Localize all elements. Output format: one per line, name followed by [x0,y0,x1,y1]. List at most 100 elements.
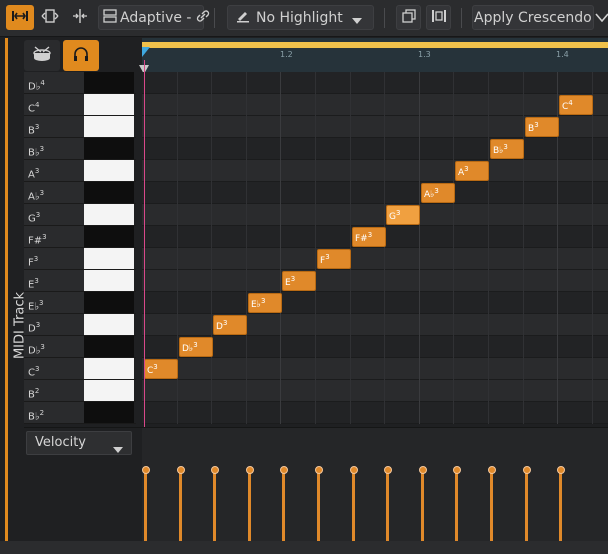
white-key[interactable] [84,94,134,115]
midi-note[interactable]: D♭3 [179,337,213,357]
white-key[interactable] [84,380,134,401]
velocity-handle[interactable] [418,466,427,474]
piano-key[interactable]: D♭4 [24,72,136,94]
velocity-stem[interactable] [248,471,251,542]
piano-key[interactable]: C4 [24,94,136,116]
velocity-handle[interactable] [141,466,150,474]
velocity-stem[interactable] [559,471,562,542]
grid-line [315,72,316,424]
velocity-stem[interactable] [490,471,493,542]
black-key[interactable] [84,72,134,93]
piano-key[interactable]: G3 [24,204,136,226]
white-key[interactable] [84,204,134,225]
split-button[interactable] [66,5,94,30]
piano-key-label: A3 [24,160,84,181]
midi-note[interactable]: G3 [386,205,420,225]
black-key[interactable] [84,138,134,159]
velocity-stem[interactable] [317,471,320,542]
velocity-stem[interactable] [179,471,182,542]
black-key[interactable] [84,402,134,423]
piano-key[interactable]: B2 [24,380,136,402]
white-key[interactable] [84,314,134,335]
piano-key-label: D♭3 [24,336,84,357]
zoom-selection-button[interactable] [36,5,64,30]
velocity-handle[interactable] [522,466,531,474]
piano-key[interactable]: B3 [24,116,136,138]
grid-line [280,72,281,424]
loop-region[interactable] [142,42,608,48]
piano-key[interactable]: C3 [24,358,136,380]
piano-key[interactable]: A3 [24,160,136,182]
velocity-stem[interactable] [421,471,424,542]
bottom-scrollbar[interactable] [0,541,608,554]
midi-note[interactable]: E3 [282,271,316,291]
velocity-handle[interactable] [383,466,392,474]
duplicate-icon [401,8,416,27]
velocity-handle[interactable] [245,466,254,474]
piano-key[interactable]: E♭3 [24,292,136,314]
loop-start-marker-icon[interactable] [142,42,150,61]
velocity-stem[interactable] [213,471,216,542]
piano-key[interactable]: F#3 [24,226,136,248]
velocity-handle[interactable] [452,466,461,474]
velocity-stem[interactable] [144,471,147,542]
midi-note[interactable]: D3 [213,315,247,335]
piano-key[interactable]: D3 [24,314,136,336]
velocity-stem[interactable] [455,471,458,542]
velocity-handle[interactable] [556,466,565,474]
timeline-ruler[interactable]: 1.2 1.3 1.4 [139,38,608,74]
note-grid[interactable]: C3 D♭3 D3 E♭3 E3 F3 F#3 G3 A♭3 A3 B♭3 B3 C4 [142,72,608,424]
midi-note[interactable]: C3 [144,359,178,379]
velocity-handle[interactable] [210,466,219,474]
fit-width-button[interactable] [6,5,34,30]
midi-note[interactable]: A3 [455,161,489,181]
velocity-lane-select[interactable]: Velocity [26,431,132,455]
piano-keyboard[interactable]: D♭4 C4 B3 B♭3 A3 A♭3 G3 F#3 F3 E3 E♭3 D3 D♭3 C3 B2 B♭2 [24,72,136,424]
piano-key[interactable]: D♭3 [24,336,136,358]
velocity-handle[interactable] [279,466,288,474]
piano-key[interactable]: B♭2 [24,402,136,424]
midi-note[interactable]: F#3 [352,227,386,247]
midi-note[interactable]: E♭3 [248,293,282,313]
velocity-stem[interactable] [352,471,355,542]
velocity-stem[interactable] [525,471,528,542]
velocity-handle[interactable] [487,466,496,474]
velocity-stem[interactable] [386,471,389,542]
piano-key[interactable]: E3 [24,270,136,292]
velocity-label: Velocity [35,435,86,450]
highlight-label: No Highlight [256,9,343,26]
velocity-handle[interactable] [314,466,323,474]
black-key[interactable] [84,226,134,247]
white-key[interactable] [84,270,134,291]
piano-key[interactable]: B♭3 [24,138,136,160]
piano-key[interactable]: A♭3 [24,182,136,204]
ruler-tick: 1.2 [280,50,293,59]
midi-note[interactable]: B3 [525,117,559,137]
preview-audio-button[interactable] [63,40,99,71]
black-key[interactable] [84,292,134,313]
duplicate-button[interactable] [396,5,421,30]
midi-note[interactable]: F3 [317,249,351,269]
grid-line [453,72,454,424]
grid-line [592,72,593,424]
velocity-lane[interactable] [141,428,608,542]
black-key[interactable] [84,182,134,203]
midi-note[interactable]: B♭3 [490,139,524,159]
note-action-select[interactable]: Apply Crescendo [472,5,608,30]
zoom-selection-icon [41,8,59,28]
highlight-select[interactable]: No Highlight [227,5,374,30]
white-key[interactable] [84,358,134,379]
piano-key[interactable]: F3 [24,248,136,270]
velocity-stem[interactable] [282,471,285,542]
velocity-handle[interactable] [349,466,358,474]
velocity-handle[interactable] [176,466,185,474]
midi-note[interactable]: A♭3 [421,183,455,203]
white-key[interactable] [84,116,134,137]
drum-mode-button[interactable] [24,40,60,71]
white-key[interactable] [84,160,134,181]
midi-note[interactable]: C4 [559,95,593,115]
snap-select[interactable]: Adaptive - [98,5,210,30]
black-key[interactable] [84,336,134,357]
white-key[interactable] [84,248,134,269]
fit-selection-button[interactable] [426,5,451,30]
